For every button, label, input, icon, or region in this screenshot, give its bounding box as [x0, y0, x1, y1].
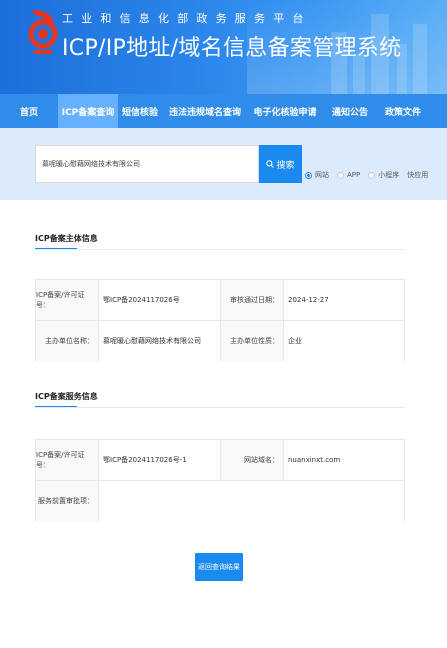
miit-logo-icon — [28, 10, 58, 54]
table-row: 主办单位名称： 慕呢暖心慰藉网络技术有限公司 主办单位性质： 企业 — [36, 321, 404, 361]
radio-unselected-icon — [368, 171, 376, 179]
radio-app[interactable]: APP — [337, 171, 360, 179]
radio-label: 小程序 — [378, 171, 400, 179]
back-to-results-button[interactable]: 返回查询结果 — [195, 553, 243, 581]
radio-selected-icon — [305, 171, 312, 179]
nav-item-illegal-domain-query[interactable]: 违法违规域名查询 — [162, 94, 248, 128]
nav-item-policy-docs[interactable]: 政策文件 — [378, 94, 428, 128]
nav-item-home[interactable]: 首页 — [0, 94, 58, 128]
radio-label: 网站 — [315, 171, 329, 179]
search-band: 慕呢暖心慰藉网络技术有限公司 搜索 — [0, 128, 447, 200]
nav-item-icp-query[interactable]: ICP备案查询 — [58, 94, 118, 128]
domain-value: nuanxinxt.com — [284, 440, 404, 480]
approval-date-value: 2024-12-27 — [284, 280, 404, 320]
portal-subtitle: 工业和信息化部政务服务平台 — [62, 12, 312, 25]
building-decoration — [413, 24, 427, 94]
approval-date-label: 审核通过日期： — [221, 280, 283, 320]
subject-info-table: ICP备案/许可证号： 鄂ICP备2024117026号 审核通过日期： 202… — [35, 279, 405, 361]
radio-quick-app[interactable]: 快应用 — [407, 170, 428, 180]
radio-label: 快应用 — [407, 171, 429, 179]
license-no-label: ICP备案/许可证号： — [36, 280, 98, 320]
service-license-no-label: ICP备案/许可证号： — [36, 440, 98, 480]
radio-label: APP — [347, 171, 361, 179]
service-license-no-value: 鄂ICP备2024117026号-1 — [99, 440, 220, 480]
system-title: ICP/IP地址/域名信息备案管理系统 — [62, 36, 402, 61]
organizer-name-value: 慕呢暖心慰藉网络技术有限公司 — [99, 321, 220, 361]
license-no-value: 鄂ICP备2024117026号 — [99, 280, 220, 320]
search-type-radio-group: 网站 APP 小程序 快应用 — [305, 170, 428, 180]
pre-approval-value — [99, 481, 404, 521]
search-icon — [266, 160, 275, 168]
subject-info-heading: ICP备案主体信息 — [35, 234, 98, 243]
nav-item-sms-verify[interactable]: 短信核验 — [118, 94, 162, 128]
header-banner: 工业和信息化部政务服务平台 ICP/IP地址/域名信息备案管理系统 — [0, 0, 447, 94]
organizer-type-label: 主办单位性质： — [221, 321, 283, 361]
search-button[interactable]: 搜索 — [259, 145, 302, 183]
radio-website[interactable]: 网站 — [305, 170, 329, 180]
pre-approval-label: 服务前置审批项： — [36, 481, 98, 521]
radio-unselected-icon — [337, 171, 344, 179]
organizer-type-value: 企业 — [284, 321, 404, 361]
organizer-name-label: 主办单位名称： — [36, 321, 98, 361]
table-row: 服务前置审批项： — [36, 481, 404, 521]
section-divider — [35, 407, 405, 408]
service-info-heading: ICP备案服务信息 — [35, 392, 98, 401]
domain-label: 网站域名： — [221, 440, 283, 480]
service-info-table: ICP备案/许可证号： 鄂ICP备2024117026号-1 网站域名： nua… — [35, 439, 405, 521]
nav-item-e-verify-apply[interactable]: 电子化核验申请 — [248, 94, 322, 128]
search-input[interactable]: 慕呢暖心慰藉网络技术有限公司 — [35, 145, 259, 183]
radio-mini-program[interactable]: 小程序 — [368, 170, 399, 180]
search-button-label: 搜索 — [276, 160, 295, 171]
section-divider — [35, 249, 405, 250]
table-row: ICP备案/许可证号： 鄂ICP备2024117026号-1 网站域名： nua… — [36, 440, 404, 480]
table-row: ICP备案/许可证号： 鄂ICP备2024117026号 审核通过日期： 202… — [36, 280, 404, 320]
main-nav: 首页 ICP备案查询 短信核验 违法违规域名查询 电子化核验申请 通知公告 政策… — [0, 94, 447, 128]
nav-item-notices[interactable]: 通知公告 — [322, 94, 378, 128]
